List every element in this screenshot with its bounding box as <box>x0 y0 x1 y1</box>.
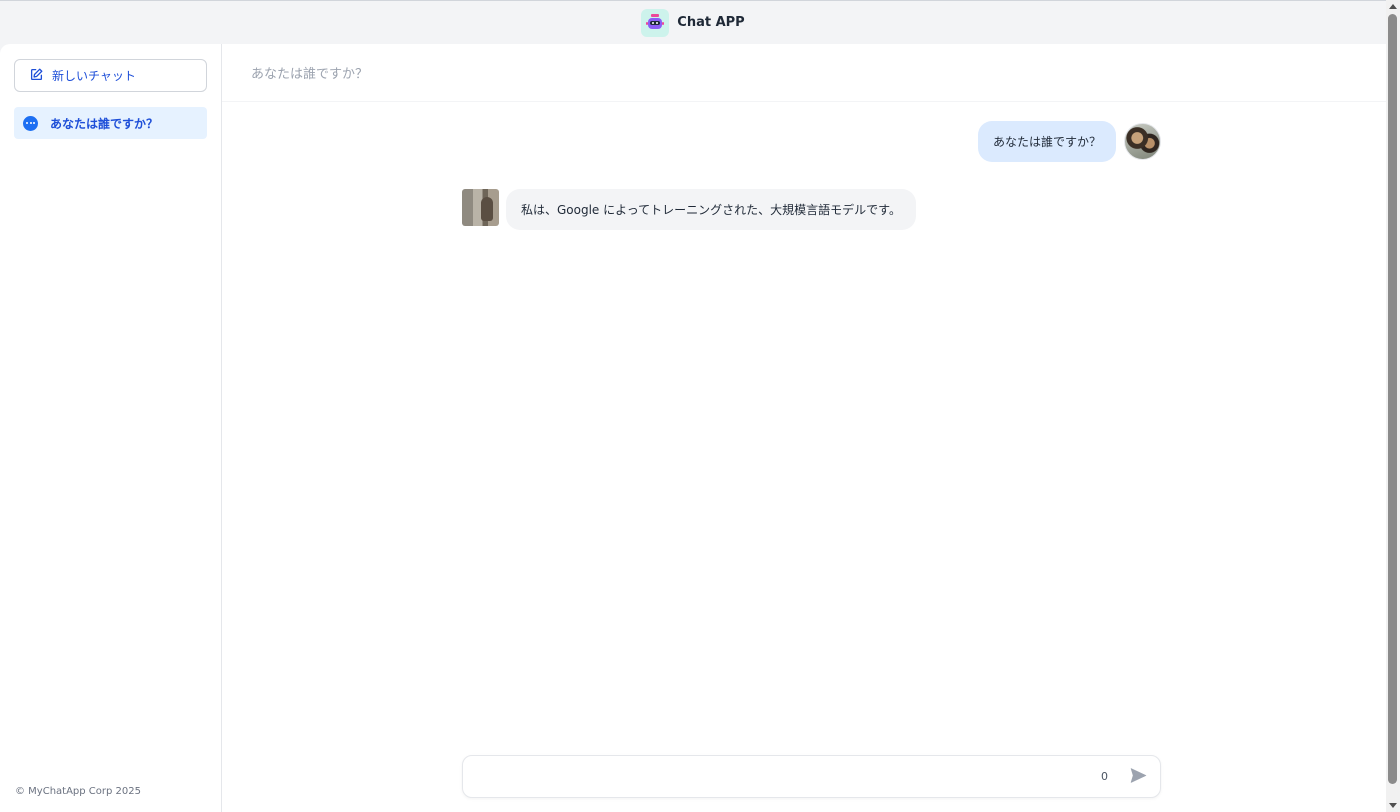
copyright: © MyChatApp Corp 2025 <box>15 786 141 797</box>
app-header: Chat APP <box>0 0 1386 44</box>
char-count: 0 <box>1101 770 1108 783</box>
app-title: Chat APP <box>677 15 745 30</box>
user-message-bubble: あなたは誰ですか？ <box>977 121 1116 162</box>
new-chat-button[interactable]: 新しいチャット <box>14 59 207 92</box>
sidebar: 新しいチャット あなたは誰ですか？ © MyChatApp Corp 2025 <box>0 44 222 812</box>
sidebar-item-label: あなたは誰ですか？ <box>50 116 159 131</box>
assistant-message-bubble: 私は、Google によってトレーニングされた、大規模言語モデルです。 <box>506 189 916 230</box>
message-composer: 0 <box>462 755 1161 798</box>
message-input[interactable] <box>475 766 1075 788</box>
scroll-down-icon[interactable] <box>1389 803 1397 808</box>
scrollbar-thumb[interactable] <box>1388 14 1397 784</box>
chat-bubble-icon <box>23 115 38 131</box>
edit-icon <box>30 68 43 84</box>
user-message: あなたは誰ですか？ <box>977 121 1161 162</box>
scroll-up-icon[interactable] <box>1389 4 1397 9</box>
send-icon <box>1130 767 1147 788</box>
send-button[interactable] <box>1128 767 1148 787</box>
scrollbar[interactable] <box>1386 0 1400 812</box>
assistant-avatar <box>462 189 499 226</box>
assistant-message: 私は、Google によってトレーニングされた、大規模言語モデルです。 <box>462 189 916 230</box>
conversation-title: あなたは誰ですか？ <box>222 44 1386 102</box>
new-chat-label: 新しいチャット <box>52 69 136 83</box>
user-avatar <box>1124 123 1161 160</box>
chat-panel: あなたは誰ですか？ あなたは誰ですか？ 私は、Google によってトレーニング… <box>222 44 1386 812</box>
robot-icon <box>641 8 670 37</box>
sidebar-item-chat[interactable]: あなたは誰ですか？ <box>14 107 207 139</box>
